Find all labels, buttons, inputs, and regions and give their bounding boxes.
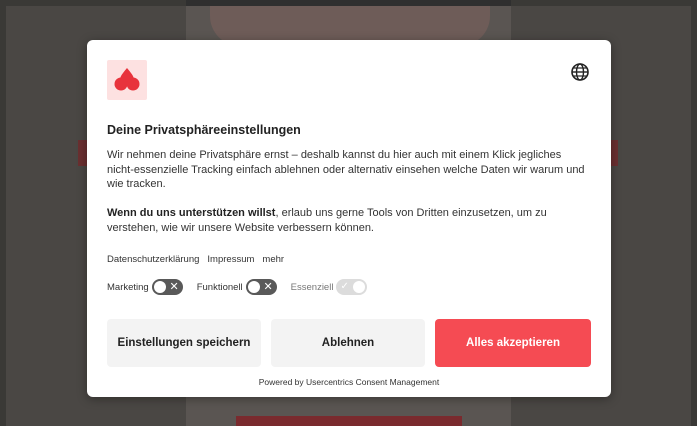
functional-toggle-label: Funktionell [196, 281, 243, 293]
heart-drops-logo-icon [107, 60, 147, 100]
functional-toggle[interactable]: ✕ [245, 279, 277, 295]
intro-text: Wir nehmen deine Privatsphäre ernst – de… [107, 149, 585, 190]
essential-toggle-label: Essenziell [290, 281, 334, 293]
footer-links: Datenschutzerklärung Impressum mehr [107, 254, 284, 265]
essential-toggle: ✓ [336, 279, 368, 295]
marketing-toggle[interactable]: ✕ [151, 279, 183, 295]
globe-icon[interactable] [570, 62, 590, 82]
privacy-policy-link[interactable]: Datenschutzerklärung [107, 254, 199, 265]
toggle-knob [153, 281, 166, 293]
dialog-title: Deine Privatsphäreeinstellungen [107, 123, 301, 137]
toggle-knob [247, 281, 260, 293]
check-icon: ✓ [340, 281, 349, 292]
marketing-toggle-group: Marketing ✕ [107, 279, 183, 295]
support-text-bold: Wenn du uns unterstützen willst [107, 207, 276, 219]
marketing-toggle-label: Marketing [107, 281, 149, 293]
deny-button[interactable]: Ablehnen [271, 319, 425, 367]
category-toggles: Marketing ✕ Funktionell ✕ Essenziell ✓ [107, 279, 381, 295]
consent-dialog: Deine Privatsphäreeinstellungen Wir nehm… [87, 40, 611, 397]
essential-toggle-group: Essenziell ✓ [291, 279, 368, 295]
accept-all-button[interactable]: Alles akzeptieren [435, 319, 591, 367]
x-icon: ✕ [169, 281, 179, 293]
background-cta-button [236, 416, 462, 426]
save-settings-button[interactable]: Einstellungen speichern [107, 319, 261, 367]
imprint-link[interactable]: Impressum [207, 254, 254, 265]
powered-by-text[interactable]: Powered by Usercentrics Consent Manageme… [87, 377, 611, 387]
functional-toggle-group: Funktionell ✕ [197, 279, 277, 295]
toggle-knob [353, 281, 366, 293]
more-link[interactable]: mehr [262, 254, 284, 265]
support-text: Wenn du uns unterstützen willst, erlaub … [107, 206, 587, 235]
x-icon: ✕ [263, 281, 273, 293]
